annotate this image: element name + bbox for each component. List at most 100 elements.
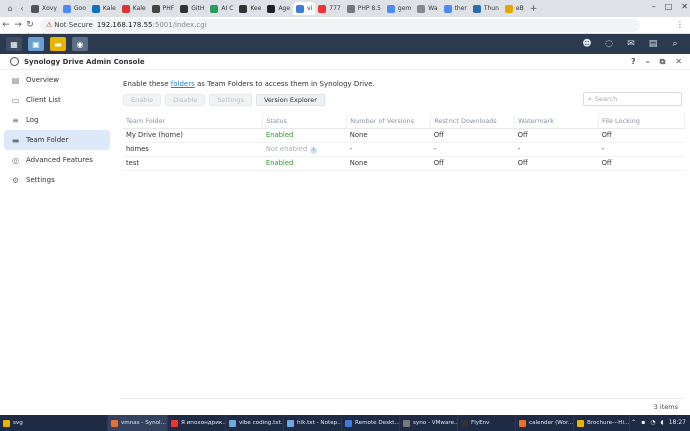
sidebar-item-advanced-features[interactable]: ◎ Advanced Features bbox=[0, 150, 116, 170]
url-field[interactable]: ⚠ Not Secure 192.168.178.55 :5001/index.… bbox=[40, 18, 640, 32]
drive-logo-icon bbox=[10, 57, 19, 66]
close-icon[interactable]: ✕ bbox=[675, 57, 682, 67]
browser-tab[interactable]: AI C bbox=[207, 2, 236, 15]
sidebar-item-team-folder[interactable]: ▬ Team Folder bbox=[4, 130, 110, 150]
tab-scroll-left-icon[interactable]: ‹ bbox=[16, 3, 28, 15]
main-menu-icon[interactable]: ▦ bbox=[6, 37, 22, 51]
widgets-icon[interactable]: ▤ bbox=[646, 37, 660, 51]
loading-icon[interactable]: ◌ bbox=[602, 37, 616, 51]
back-icon[interactable]: ← bbox=[0, 20, 12, 30]
browser-tab[interactable]: eB bbox=[502, 2, 527, 15]
browser-tab[interactable]: GitH bbox=[177, 2, 207, 15]
restore-icon[interactable]: ⧉ bbox=[660, 57, 666, 67]
sidebar: ▤ Overview ▭ Client List ≡ Log ▬ Team Folder ◎ Ad… bbox=[0, 70, 116, 415]
table-row[interactable]: homes Not enabled i - - - - bbox=[123, 142, 685, 157]
taskbar-item-label: Remote Deskt... bbox=[355, 420, 400, 426]
browser-tab[interactable]: PHF bbox=[149, 2, 178, 15]
tab-list-icon[interactable]: ⌂ bbox=[4, 3, 16, 15]
browser-tab[interactable]: gem bbox=[384, 2, 414, 15]
taskbar-item[interactable]: Remote Deskt... bbox=[342, 415, 400, 431]
sidebar-item-label: Settings bbox=[26, 176, 55, 184]
tray-expand-icon[interactable]: ⌃ bbox=[631, 419, 636, 426]
user-status-icon[interactable]: ☻ bbox=[580, 37, 594, 51]
folders-link[interactable]: folders bbox=[171, 80, 195, 88]
tab-favicon-icon bbox=[267, 4, 276, 13]
table-row[interactable]: test Enabled None Off Off Off bbox=[123, 156, 685, 171]
flag-icon[interactable]: ▪ bbox=[641, 419, 645, 426]
new-tab-button[interactable]: + bbox=[530, 4, 538, 14]
app-icon bbox=[519, 419, 526, 427]
app-icon-dsm[interactable]: ▣ bbox=[28, 37, 44, 51]
browser-tab[interactable]: Age bbox=[264, 2, 293, 15]
cell-versions: - bbox=[346, 142, 431, 157]
maximize-icon[interactable]: □ bbox=[665, 2, 673, 11]
browser-tab[interactable]: Kale bbox=[89, 2, 119, 15]
drive-admin-icon[interactable]: ◉ bbox=[72, 37, 88, 51]
system-tray: ⌃ ▪ ◔ ◖ 18:27 bbox=[631, 419, 686, 426]
version-explorer-button[interactable]: Version Explorer bbox=[255, 94, 325, 106]
tab-favicon-icon bbox=[62, 4, 71, 13]
browser-tab[interactable]: Kee bbox=[236, 2, 264, 15]
taskbar-item[interactable]: svg bbox=[0, 415, 108, 431]
sidebar-item-settings[interactable]: ⚙ Settings bbox=[0, 170, 116, 190]
sidebar-item-client-list[interactable]: ▭ Client List bbox=[0, 90, 116, 110]
search-icon[interactable]: ⌕ bbox=[668, 37, 682, 51]
taskbar-item-label: calender (Wor... bbox=[529, 420, 574, 426]
column-header[interactable]: Restrict Downloads bbox=[430, 114, 516, 129]
browser-tab[interactable]: Xovy bbox=[28, 2, 60, 15]
column-header[interactable]: Number of Versions bbox=[346, 114, 432, 129]
window-title-bar: Synology Drive Admin Console ? – ⧉ ✕ bbox=[0, 54, 690, 70]
search-input[interactable]: ⌕ Search bbox=[583, 92, 682, 106]
sidebar-item-log[interactable]: ≡ Log bbox=[0, 110, 116, 130]
tab-favicon-icon bbox=[386, 4, 395, 13]
taskbar-item[interactable]: Я ипохондрик... bbox=[168, 415, 226, 431]
volume-icon[interactable]: ◖ bbox=[661, 419, 664, 426]
info-icon[interactable]: i bbox=[310, 146, 318, 154]
taskbar-item[interactable]: hik.txt - Notep... bbox=[284, 415, 342, 431]
warning-icon[interactable]: ⚠ bbox=[46, 21, 52, 29]
browser-tab[interactable]: 777 bbox=[315, 2, 343, 15]
settings-button[interactable]: Settings bbox=[209, 94, 252, 106]
column-header[interactable]: Watermark bbox=[514, 114, 600, 129]
reload-icon[interactable]: ↻ bbox=[24, 20, 36, 30]
chat-icon[interactable]: ✉ bbox=[624, 37, 638, 51]
client-list-icon: ▭ bbox=[11, 95, 20, 105]
browser-tab[interactable]: PHP 8.5 bbox=[344, 2, 384, 15]
tab-label: eB bbox=[515, 5, 524, 12]
browser-tab[interactable]: Thun bbox=[470, 2, 502, 15]
taskbar-item[interactable]: vibe coding.txt... bbox=[226, 415, 284, 431]
column-header[interactable]: Status bbox=[262, 114, 348, 129]
search-icon: ⌕ bbox=[588, 94, 592, 103]
cell-versions: None bbox=[346, 128, 431, 143]
taskbar-item[interactable]: Brochure---Hi... bbox=[574, 415, 630, 431]
browser-tab[interactable]: Goo bbox=[60, 2, 89, 15]
close-icon[interactable]: ✕ bbox=[681, 2, 688, 11]
browser-tab[interactable]: Kale bbox=[119, 2, 149, 15]
help-icon[interactable]: ? bbox=[631, 57, 636, 67]
enable-button[interactable]: Enable bbox=[123, 94, 162, 106]
forward-icon[interactable]: → bbox=[12, 20, 24, 30]
taskbar-item[interactable]: syno - VMware... bbox=[400, 415, 458, 431]
taskbar-item[interactable]: vmnas - Synol... bbox=[108, 415, 168, 431]
network-icon[interactable]: ◔ bbox=[650, 419, 655, 426]
description-text: Enable these folders as Team Folders to … bbox=[123, 80, 375, 88]
file-station-icon[interactable]: ▬ bbox=[50, 37, 66, 51]
taskbar-item[interactable]: calender (Wor... bbox=[516, 415, 574, 431]
extensions-icon[interactable]: ⋮ bbox=[676, 20, 684, 29]
tab-label: vi bbox=[307, 5, 313, 12]
minimize-icon[interactable]: – bbox=[652, 2, 656, 11]
sidebar-item-overview[interactable]: ▤ Overview bbox=[0, 70, 116, 90]
browser-tab[interactable]: vi bbox=[293, 2, 316, 15]
table-row[interactable]: My Drive (home) Enabled None Off Off Off bbox=[123, 128, 685, 143]
column-header[interactable]: Team Folder bbox=[123, 114, 264, 129]
cell-status: Enabled bbox=[262, 156, 347, 171]
disable-button[interactable]: Disable bbox=[165, 94, 206, 106]
sidebar-item-label: Overview bbox=[26, 76, 59, 84]
tab-label: gem bbox=[397, 5, 412, 12]
clock[interactable]: 18:27 bbox=[669, 419, 686, 426]
browser-tab[interactable]: Wa bbox=[414, 2, 440, 15]
taskbar-item[interactable]: FlyEnv bbox=[458, 415, 516, 431]
column-header[interactable]: File Locking bbox=[598, 114, 685, 129]
browser-tab[interactable]: ther bbox=[441, 2, 470, 15]
minimize-icon[interactable]: – bbox=[646, 57, 650, 67]
